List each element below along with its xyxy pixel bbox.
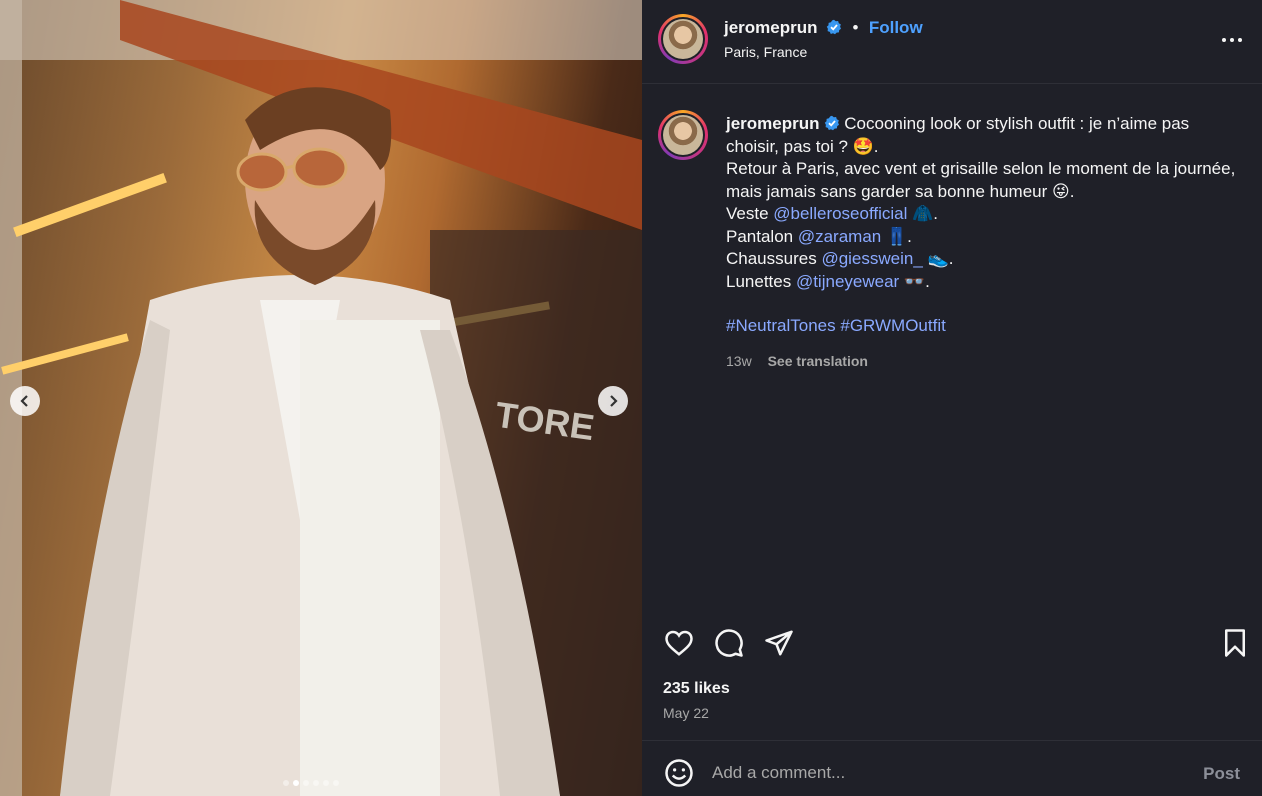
post-caption: jeromeprun Cocooning look or stylish out…	[726, 113, 1246, 372]
like-count[interactable]: 235 likes	[663, 680, 730, 698]
chevron-left-icon	[20, 395, 28, 407]
comment-icon[interactable]	[714, 628, 744, 658]
author-info: jeromeprun • Follow Paris, France	[724, 18, 923, 60]
post-image[interactable]: TORE	[0, 0, 642, 796]
comment-composer: Post	[642, 740, 1262, 796]
verified-badge-icon	[826, 19, 841, 35]
photo-illustration: TORE	[0, 0, 642, 796]
avatar-image	[663, 115, 703, 155]
carousel-dot	[283, 780, 289, 786]
avatar-image	[663, 19, 703, 59]
post-details-panel: jeromeprun • Follow Paris, France jerome…	[642, 0, 1262, 796]
action-bar	[642, 618, 1262, 668]
mention-link[interactable]: @tijneyewear	[796, 272, 899, 291]
mention-link[interactable]: @giesswein_	[821, 249, 922, 268]
caption-hashtags: #NeutralTones #GRWMOutfit	[726, 315, 1246, 338]
caption-author-avatar[interactable]	[658, 110, 708, 160]
caption-credit-pantalon: Pantalon @zaraman 👖.	[726, 226, 912, 246]
comment-input[interactable]	[712, 757, 1182, 789]
emoji-icon[interactable]	[664, 758, 694, 788]
see-translation-button[interactable]: See translation	[768, 353, 868, 369]
bookmark-icon[interactable]	[1220, 628, 1250, 658]
author-avatar[interactable]	[658, 14, 708, 64]
caption-text-line: Retour à Paris, avec vent et grisaille s…	[726, 159, 1236, 201]
share-icon[interactable]	[764, 628, 794, 658]
post-location[interactable]: Paris, France	[724, 44, 923, 60]
next-slide-button[interactable]	[598, 386, 628, 416]
caption-credit-lunettes: Lunettes @tijneyewear 👓.	[726, 271, 930, 291]
previous-slide-button[interactable]	[10, 386, 40, 416]
carousel-dot	[303, 780, 309, 786]
verified-badge-icon	[824, 115, 839, 131]
more-dots-icon	[1222, 38, 1226, 42]
caption-username[interactable]: jeromeprun	[726, 114, 820, 133]
carousel-dot	[323, 780, 329, 786]
post-age: 13w	[726, 352, 752, 369]
caption-meta: 13w See translation	[726, 350, 1246, 373]
hashtag-link[interactable]: #NeutralTones	[726, 316, 836, 335]
caption-credit-veste: Veste @belleroseofficial 🧥.	[726, 204, 939, 223]
post-comment-button[interactable]: Post	[1203, 764, 1240, 784]
caption-credit-chaussures: Chaussures @giesswein_ 👟.	[726, 249, 954, 268]
author-username[interactable]: jeromeprun	[724, 18, 818, 37]
chevron-right-icon	[610, 395, 618, 407]
mention-link[interactable]: @zaraman	[798, 227, 881, 246]
carousel-dot	[313, 780, 319, 786]
post-date: May 22	[663, 705, 709, 721]
hashtag-link[interactable]: #GRWMOutfit	[840, 316, 945, 335]
carousel-dot	[293, 780, 299, 786]
heart-icon[interactable]	[664, 628, 694, 658]
caption-intro: jeromeprun Cocooning look or stylish out…	[726, 113, 1246, 158]
post-header: jeromeprun • Follow Paris, France	[642, 0, 1262, 84]
separator-dot: •	[852, 18, 859, 37]
more-options-button[interactable]	[1222, 30, 1244, 50]
carousel-dot	[333, 780, 339, 786]
carousel-indicator	[283, 780, 339, 786]
follow-button[interactable]: Follow	[869, 18, 923, 37]
mention-link[interactable]: @belleroseofficial	[773, 204, 907, 223]
